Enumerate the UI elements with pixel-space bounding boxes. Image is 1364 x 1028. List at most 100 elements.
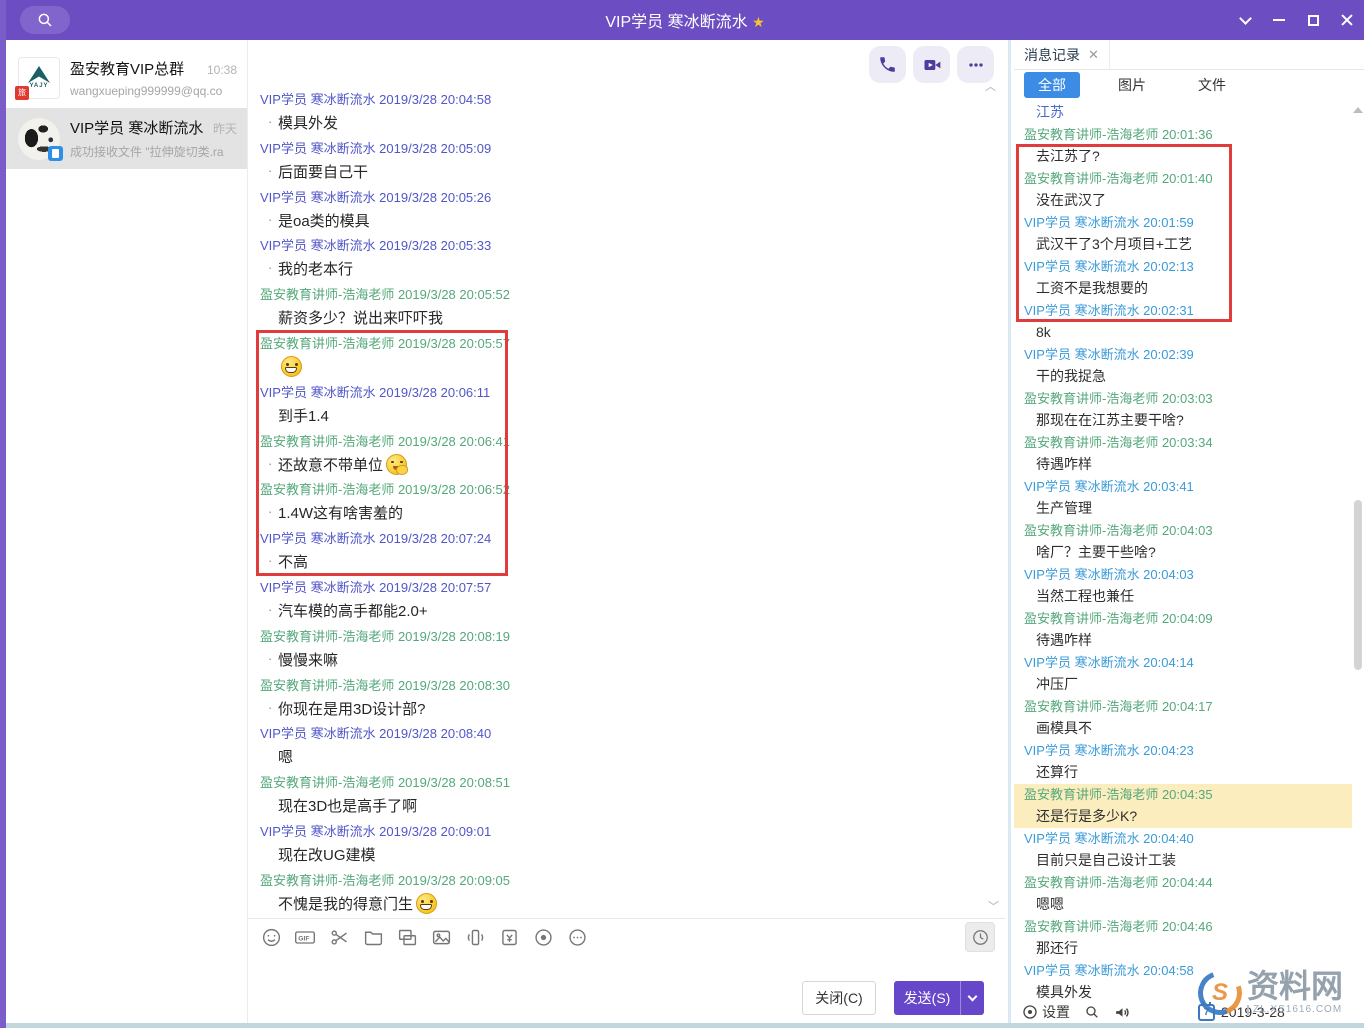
date-picker[interactable]: 7 2019-3-28 bbox=[1198, 1004, 1285, 1021]
message-sender-time: VIP学员 寒冰断流水 2019/3/28 20:06:11 bbox=[248, 381, 1005, 404]
history-message: 盈安教育讲师-浩海老师 20:03:03那现在在江苏主要干啥? bbox=[1014, 388, 1352, 432]
message-sender-time: 盈安教育讲师-浩海老师 2019/3/28 20:05:57 bbox=[248, 332, 1005, 355]
message-text: 嗯 bbox=[248, 745, 1005, 770]
message-sender-time: 盈安教育讲师-浩海老师 2019/3/28 20:09:05 bbox=[248, 869, 1005, 892]
app-window: VIP学员 寒冰断流水 ★ YAJY 旅 盈安教育VIP总群 10:38 wan… bbox=[0, 0, 1364, 1028]
history-sender-time: 盈安教育讲师-浩海老师 20:01:36 bbox=[1014, 124, 1352, 145]
message-sender-time: VIP学员 寒冰断流水 2019/3/28 20:05:26 bbox=[248, 186, 1005, 209]
history-search-button[interactable] bbox=[1084, 1004, 1100, 1020]
history-message: VIP学员 寒冰断流水 20:02:13工资不是我想要的 bbox=[1014, 256, 1352, 300]
history-sender-time: 盈安教育讲师-浩海老师 20:04:44 bbox=[1014, 872, 1352, 893]
message-sender-time: 盈安教育讲师-浩海老师 2019/3/28 20:05:52 bbox=[248, 283, 1005, 306]
send-button[interactable]: 发送(S) bbox=[894, 981, 984, 1015]
collapse-button[interactable] bbox=[1228, 6, 1262, 34]
message-text: ·还故意不带单位 bbox=[248, 453, 1005, 478]
shake-icon[interactable] bbox=[464, 926, 486, 948]
history-message: 盈安教育讲师-浩海老师 20:04:03啥厂？主要干些啥? bbox=[1014, 520, 1352, 564]
message-sender-time: VIP学员 寒冰断流水 2019/3/28 20:05:09 bbox=[248, 137, 1005, 160]
message-text: 现在改UG建模 bbox=[248, 843, 1005, 868]
history-message-text: 还是行是多少K? bbox=[1014, 805, 1352, 828]
screenshot-icon[interactable] bbox=[328, 926, 350, 948]
message-text: ·是oa类的模具 bbox=[248, 209, 1005, 234]
voice-call-button[interactable] bbox=[869, 46, 906, 83]
close-button[interactable] bbox=[1330, 6, 1364, 34]
group-badge: 旅 bbox=[15, 86, 29, 100]
sidebar-item-current-chat[interactable]: VIP学员 寒冰断流水 昨天 成功接收文件 "拉伸旋切类.ra bbox=[6, 108, 247, 169]
history-message: 盈安教育讲师-浩海老师 20:01:36去江苏了? bbox=[1014, 124, 1352, 168]
group-avatar: YAJY 旅 bbox=[18, 57, 60, 99]
history-message-text: 啥厂？主要干些啥? bbox=[1014, 541, 1352, 564]
history-sender-time: VIP学员 寒冰断流水 20:04:03 bbox=[1014, 564, 1352, 585]
search-button[interactable] bbox=[20, 6, 70, 34]
conversation-sidebar: YAJY 旅 盈安教育VIP总群 10:38 wangxueping999999… bbox=[6, 40, 248, 1023]
scroll-bottom-icon[interactable]: ﹀ bbox=[988, 902, 999, 912]
filter-files[interactable]: 文件 bbox=[1184, 72, 1240, 98]
chat-message: VIP学员 寒冰断流水 2019/3/28 20:05:26·是oa类的模具 bbox=[248, 186, 1005, 235]
contact-subtitle: wangxueping999999@qq.co bbox=[70, 84, 237, 98]
video-call-button[interactable] bbox=[913, 46, 950, 83]
more-icon[interactable] bbox=[566, 926, 588, 948]
speaker-button[interactable] bbox=[1114, 1004, 1131, 1021]
message-history-toggle-button[interactable] bbox=[965, 922, 995, 952]
message-sender-time: 盈安教育讲师-浩海老师 2019/3/28 20:08:19 bbox=[248, 625, 1005, 648]
more-actions-button[interactable] bbox=[957, 46, 994, 83]
history-message: 盈安教育讲师-浩海老师 20:01:40没在武汉了 bbox=[1014, 168, 1352, 212]
message-sender-time: VIP学员 寒冰断流水 2019/3/28 20:07:24 bbox=[248, 527, 1005, 550]
folder-icon[interactable] bbox=[362, 926, 384, 948]
history-message: 盈安教育讲师-浩海老师 20:04:44嗯嗯 bbox=[1014, 872, 1352, 916]
history-message-text: 生产管理 bbox=[1014, 497, 1352, 520]
history-sender-time: VIP学员 寒冰断流水 20:04:14 bbox=[1014, 652, 1352, 673]
message-sender-time: VIP学员 寒冰断流水 2019/3/28 20:05:33 bbox=[248, 234, 1005, 257]
image-icon[interactable] bbox=[430, 926, 452, 948]
close-tab-icon[interactable]: ✕ bbox=[1088, 47, 1099, 63]
message-sender-time: 盈安教育讲师-浩海老师 2019/3/28 20:08:51 bbox=[248, 771, 1005, 794]
history-sender-time: VIP学员 寒冰断流水 20:02:39 bbox=[1014, 344, 1352, 365]
scrollbar-up-arrow[interactable] bbox=[1353, 102, 1363, 113]
message-text: ·慢慢来嘛 bbox=[248, 648, 1005, 673]
screen-share-icon[interactable] bbox=[396, 926, 418, 948]
history-message-text: 画模具不 bbox=[1014, 717, 1352, 740]
red-packet-icon[interactable] bbox=[498, 926, 520, 948]
history-sender-time: 盈安教育讲师-浩海老师 20:03:03 bbox=[1014, 388, 1352, 409]
message-text: 不愧是我的得意门生 bbox=[248, 892, 1005, 917]
history-message: 盈安教育讲师-浩海老师 20:04:46那还行 bbox=[1014, 916, 1352, 960]
history-message-text: 目前只是自己设计工装 bbox=[1014, 849, 1352, 872]
message-text: ·模具外发 bbox=[248, 111, 1005, 136]
record-icon[interactable] bbox=[532, 926, 554, 948]
grin-emoji bbox=[416, 893, 437, 914]
star-icon: ★ bbox=[752, 14, 765, 30]
message-sender-time: VIP学员 寒冰断流水 2019/3/28 20:09:01 bbox=[248, 820, 1005, 843]
gif-icon[interactable]: GIF bbox=[294, 926, 316, 948]
chat-message: 盈安教育讲师-浩海老师 2019/3/28 20:09:05不愧是我的得意门生 bbox=[248, 869, 1005, 918]
history-message: 盈安教育讲师-浩海老师 20:04:17画模具不 bbox=[1014, 696, 1352, 740]
contact-name: 盈安教育VIP总群 bbox=[70, 58, 201, 79]
filter-images[interactable]: 图片 bbox=[1104, 72, 1160, 98]
sidebar-item-group[interactable]: YAJY 旅 盈安教育VIP总群 10:38 wangxueping999999… bbox=[6, 47, 247, 108]
message-text: ·1.4W这有啥害羞的 bbox=[248, 501, 1005, 526]
history-message: 盈安教育讲师-浩海老师 20:03:34待遇咋样 bbox=[1014, 432, 1352, 476]
history-message-text: 那还行 bbox=[1014, 937, 1352, 960]
minimize-button[interactable] bbox=[1262, 6, 1296, 34]
speaker-icon bbox=[1114, 1004, 1131, 1021]
maximize-button[interactable] bbox=[1296, 6, 1330, 34]
send-options-caret[interactable] bbox=[960, 981, 984, 1015]
history-message: VIP学员 寒冰断流水 20:02:39干的我捉急 bbox=[1014, 344, 1352, 388]
svg-text:GIF: GIF bbox=[298, 935, 309, 942]
close-chat-button[interactable]: 关闭(C) bbox=[802, 981, 876, 1015]
emoji-icon[interactable] bbox=[260, 926, 282, 948]
history-sender-time: 盈安教育讲师-浩海老师 20:04:17 bbox=[1014, 696, 1352, 717]
tab-message-records[interactable]: 消息记录 ✕ bbox=[1014, 40, 1110, 70]
filter-all[interactable]: 全部 bbox=[1024, 72, 1080, 98]
history-message: 盈安教育讲师-浩海老师 20:04:09待遇咋样 bbox=[1014, 608, 1352, 652]
shy-emoji bbox=[386, 454, 407, 475]
contact-time: 昨天 bbox=[213, 120, 237, 137]
history-message: VIP学员 寒冰断流水 20:02:318k bbox=[1014, 300, 1352, 344]
scrollbar-thumb[interactable] bbox=[1354, 500, 1362, 670]
history-message-text: 去江苏了? bbox=[1014, 145, 1352, 168]
contact-subtitle: 成功接收文件 "拉伸旋切类.ra bbox=[70, 143, 237, 160]
chat-message: VIP学员 寒冰断流水 2019/3/28 20:08:40嗯 bbox=[248, 722, 1005, 771]
grin-emoji bbox=[281, 356, 302, 377]
history-sender-time: VIP学员 寒冰断流水 20:01:59 bbox=[1014, 212, 1352, 233]
message-text: 到手1.4 bbox=[248, 404, 1005, 429]
history-settings-button[interactable]: 设置 bbox=[1022, 1002, 1070, 1022]
